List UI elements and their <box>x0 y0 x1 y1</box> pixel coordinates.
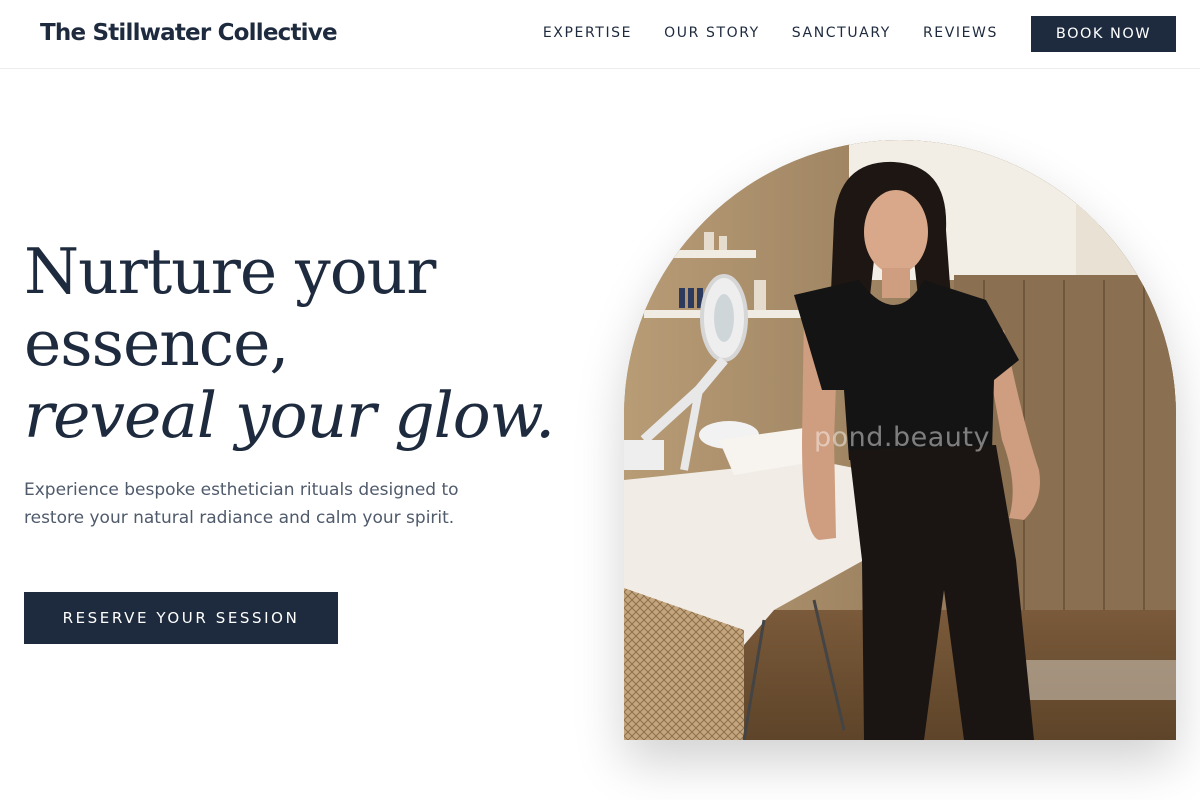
site-header: The Stillwater Collective EXPERTISE OUR … <box>0 0 1200 69</box>
nav-link-expertise[interactable]: EXPERTISE <box>543 24 632 42</box>
nav-link-our-story[interactable]: OUR STORY <box>664 24 760 42</box>
headline-line-1: Nurture your <box>24 235 436 308</box>
photo-watermark: pond.beauty <box>814 422 990 453</box>
hero-headline: Nurture your essence, reveal your glow. <box>24 236 584 452</box>
headline-line-3: reveal your glow. <box>24 379 555 452</box>
headline-line-2: essence, <box>24 307 289 380</box>
hero-subtext: Experience bespoke esthetician rituals d… <box>24 480 459 528</box>
brand-logo[interactable]: The Stillwater Collective <box>40 18 338 48</box>
book-now-button[interactable]: BOOK NOW <box>1031 16 1176 52</box>
nav-link-sanctuary[interactable]: SANCTUARY <box>792 24 891 42</box>
hero-photo: pond.beauty <box>624 140 1176 740</box>
main-nav: EXPERTISE OUR STORY SANCTUARY REVIEWS <box>543 24 998 42</box>
nav-link-reviews[interactable]: REVIEWS <box>923 24 998 42</box>
reserve-session-button[interactable]: RESERVE YOUR SESSION <box>24 592 338 644</box>
